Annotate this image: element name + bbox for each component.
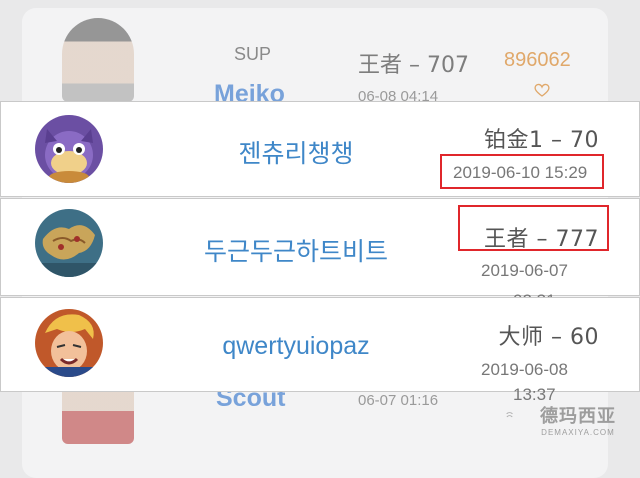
watermark-en: DEMAXIYA.COM xyxy=(541,428,615,437)
hamster-avatar xyxy=(35,115,103,183)
watermark-cn: 德玛西亚 xyxy=(540,406,616,427)
account-date: 2019-06-07 xyxy=(481,261,568,280)
account-name[interactable]: 젠츄리챙챙 xyxy=(171,134,421,170)
account-row[interactable]: qwertyuiopaz 大师 – 60 2019-06-08 13:37 xyxy=(0,297,640,404)
account-rank: 铂金1 – 70 xyxy=(484,128,599,153)
map-avatar xyxy=(35,209,103,277)
ezreal-avatar xyxy=(35,309,103,377)
player-role: SUP xyxy=(234,44,272,64)
highlight-box-date xyxy=(440,154,604,189)
account-rank: 大师 – 60 xyxy=(498,325,599,350)
player-score: 896062 xyxy=(504,49,571,71)
player-time-bottom: 06-07 01:16 xyxy=(358,392,439,409)
player-rank-top: 王者 – 707 xyxy=(358,53,469,78)
player-photo-bottom xyxy=(62,384,134,444)
site-watermark: ꩰ 德玛西亚 DEMAXIYA.COM xyxy=(540,402,616,437)
account-name[interactable]: 두근두근하트비트 xyxy=(171,232,421,268)
account-name[interactable]: qwertyuiopaz xyxy=(171,332,421,361)
highlight-box-rank xyxy=(458,205,609,251)
heart-icon[interactable] xyxy=(534,83,550,97)
player-photo-top xyxy=(62,18,134,102)
account-date: 2019-06-08 xyxy=(481,360,568,379)
